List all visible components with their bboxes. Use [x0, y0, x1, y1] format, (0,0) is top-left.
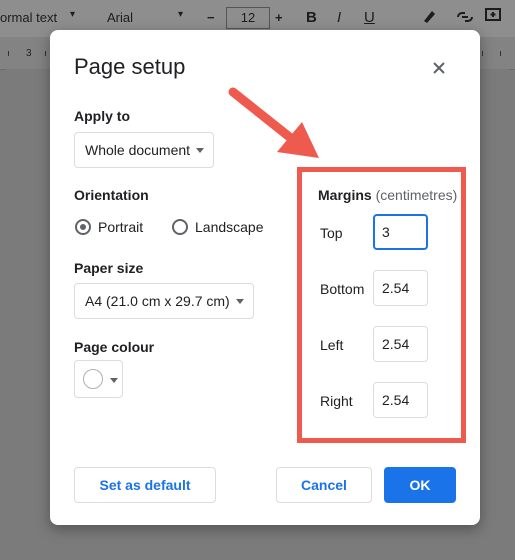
- italic-icon: I: [337, 9, 342, 26]
- page-colour-label: Page colour: [74, 339, 155, 355]
- paper-size-select[interactable]: A4 (21.0 cm x 29.7 cm): [74, 283, 254, 319]
- link-icon: [457, 12, 473, 22]
- apply-to-select[interactable]: Whole document: [74, 132, 214, 168]
- chevron-down-icon: [196, 148, 204, 153]
- orientation-label: Orientation: [74, 187, 149, 203]
- font-size-field: 12: [226, 7, 270, 29]
- add-comment-icon: [485, 8, 501, 21]
- paper-size-label: Paper size: [74, 260, 144, 276]
- dialog-title: Page setup: [74, 54, 186, 79]
- ruler-tick: [8, 51, 9, 56]
- colour-swatch: [83, 369, 103, 389]
- set-as-default-button[interactable]: Set as default: [74, 467, 216, 503]
- ruler-tick: [500, 51, 501, 56]
- close-icon[interactable]: [430, 59, 448, 77]
- apply-to-value: Whole document: [85, 142, 191, 158]
- text-color-icon: [424, 11, 435, 23]
- paragraph-style-select: ormal text: [0, 10, 58, 25]
- increase-font-icon: +: [275, 10, 283, 25]
- bold-icon: B: [306, 9, 317, 26]
- decrease-font-icon: −: [207, 10, 215, 25]
- page-colour-picker[interactable]: [74, 360, 123, 398]
- apply-to-label: Apply to: [74, 108, 130, 124]
- ok-button[interactable]: OK: [384, 467, 456, 503]
- font-select: Arial: [107, 10, 134, 25]
- portrait-radio[interactable]: [75, 219, 91, 235]
- chevron-down-icon: [110, 378, 118, 383]
- underline-icon: U: [364, 9, 375, 26]
- portrait-label[interactable]: Portrait: [98, 219, 143, 235]
- landscape-label[interactable]: Landscape: [195, 219, 264, 235]
- margins-highlight-box: [297, 167, 466, 443]
- page-setup-dialog: Page setup Apply to Whole document Orien…: [50, 30, 480, 525]
- cancel-button[interactable]: Cancel: [276, 467, 372, 503]
- chevron-down-icon: ▾: [70, 9, 76, 20]
- ruler-number: 3: [26, 48, 32, 59]
- chevron-down-icon: ▾: [178, 9, 184, 20]
- landscape-radio[interactable]: [172, 219, 188, 235]
- ruler-tick: [482, 51, 483, 56]
- chevron-down-icon: [236, 299, 244, 304]
- ruler-tick: [45, 51, 46, 56]
- paper-size-value: A4 (21.0 cm x 29.7 cm): [85, 293, 230, 309]
